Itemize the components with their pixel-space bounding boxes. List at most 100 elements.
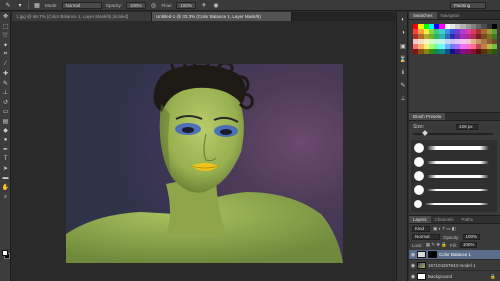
layer-filter-kind[interactable]: Kind xyxy=(412,226,430,232)
layer-thumbnail xyxy=(417,273,426,280)
brush-size-field[interactable]: 428 px xyxy=(456,124,479,130)
opacity-field[interactable]: 100% xyxy=(126,1,146,9)
brush-preset-picker-icon[interactable]: ▾ xyxy=(16,2,24,9)
tab-navigator[interactable]: Navigator xyxy=(437,12,464,19)
clone-stamp-tool-icon[interactable]: ⊥ xyxy=(0,88,11,98)
adjustments-panel-icon[interactable]: ◑ xyxy=(398,28,408,38)
brush-preset-list[interactable] xyxy=(411,140,497,212)
lock-row: Lock: ▦ ✎ ✥ 🔒 Fill: 100% xyxy=(412,242,497,248)
gradient-tool-icon[interactable]: ▤ xyxy=(0,117,11,127)
pressure-size-icon[interactable]: ◉ xyxy=(212,2,220,9)
brush-preset[interactable] xyxy=(411,156,497,168)
tab-paths[interactable]: Paths xyxy=(458,216,478,223)
info-panel-icon[interactable]: ℹ xyxy=(398,67,408,77)
lock-icon: 🔒 xyxy=(490,273,496,279)
brush-panel-tabs: Brush Presets xyxy=(409,113,500,121)
fill-field[interactable]: 100% xyxy=(459,242,478,248)
eye-icon[interactable]: ◉ xyxy=(409,263,417,269)
flow-field[interactable]: 100% xyxy=(176,1,196,9)
color-swatch[interactable] xyxy=(491,49,497,54)
brush-panel-icon[interactable]: ✎ xyxy=(398,80,408,90)
tab-layers[interactable]: Layers xyxy=(409,216,431,223)
move-tool-icon[interactable]: ✥ xyxy=(0,12,11,22)
tools-panel: ✥ ⬚ ➰ ✦ ⌗ ⁄ ✚ ✎ ⊥ ↺ ▭ ▤ ◆ ● ✒ T ➤ ▬ ✋ ⌕ xyxy=(0,12,11,281)
filter-icons[interactable]: ▣ ◐ T ▭ ◧ xyxy=(433,226,456,232)
brush-size-label: Size: xyxy=(413,124,425,130)
history-panel-icon[interactable]: ⌛ xyxy=(398,54,408,64)
brush-tool-icon[interactable]: ✎ xyxy=(4,2,12,9)
path-selection-tool-icon[interactable]: ➤ xyxy=(0,164,11,174)
quick-select-tool-icon[interactable]: ✦ xyxy=(0,41,11,51)
layer-name: Background xyxy=(428,274,453,279)
type-tool-icon[interactable]: T xyxy=(0,155,11,165)
swatches-panel: Swatches Navigator xyxy=(409,12,500,111)
eraser-tool-icon[interactable]: ▭ xyxy=(0,107,11,117)
brush-stroke-preview xyxy=(427,174,489,178)
pen-tool-icon[interactable]: ✒ xyxy=(0,145,11,155)
layer-mask-thumbnail[interactable] xyxy=(428,251,437,258)
clone-source-panel-icon[interactable]: ⊥ xyxy=(398,93,408,103)
shape-tool-icon[interactable]: ▬ xyxy=(0,174,11,184)
history-brush-tool-icon[interactable]: ↺ xyxy=(0,98,11,108)
brush-preset[interactable] xyxy=(411,170,497,182)
brush-stroke-preview xyxy=(427,189,489,191)
layer-opacity-field[interactable]: 100% xyxy=(462,234,481,240)
tab-brush-presets[interactable]: Brush Presets xyxy=(409,113,446,120)
tab-channels[interactable]: Channels xyxy=(431,216,458,223)
brush-tip-preview xyxy=(414,185,424,195)
color-panel-icon[interactable]: ◐ xyxy=(398,15,408,25)
layer-row-background[interactable]: ◉ Background 🔒 xyxy=(409,272,500,281)
blend-mode-select[interactable]: Normal xyxy=(412,234,440,240)
fill-label: Fill: xyxy=(449,242,457,248)
workspace-select[interactable]: Painting xyxy=(450,2,486,9)
brush-preset[interactable] xyxy=(411,184,497,196)
blur-tool-icon[interactable]: ◆ xyxy=(0,126,11,136)
lock-icons[interactable]: ▦ ✎ ✥ 🔒 xyxy=(426,242,447,248)
brush-size-row: Size: 428 px xyxy=(413,124,497,130)
brush-stroke-preview xyxy=(427,160,489,164)
layer-name: Color Balance 1 xyxy=(439,252,472,257)
lock-label: Lock: xyxy=(412,242,423,248)
healing-brush-tool-icon[interactable]: ✚ xyxy=(0,69,11,79)
flow-label: Flow: xyxy=(161,2,173,8)
hand-tool-icon[interactable]: ✋ xyxy=(0,183,11,193)
eyedropper-tool-icon[interactable]: ⁄ xyxy=(0,60,11,70)
brush-size-slider-thumb[interactable] xyxy=(422,130,428,136)
crop-tool-icon[interactable]: ⌗ xyxy=(0,50,11,60)
swatch-row xyxy=(413,49,497,54)
pressure-opacity-icon[interactable]: ◎ xyxy=(150,2,158,9)
panel-dock-strip: ◐ ◑ ▣ ⌛ ℹ ✎ ⊥ xyxy=(396,12,408,281)
swatch-grid xyxy=(413,24,497,54)
brush-tip-preview xyxy=(414,157,424,167)
canvas-area[interactable] xyxy=(12,22,395,281)
lasso-tool-icon[interactable]: ➰ xyxy=(0,31,11,41)
brush-preset[interactable] xyxy=(411,198,497,210)
brush-preset[interactable] xyxy=(411,142,497,154)
brush-size-slider[interactable] xyxy=(413,130,493,136)
marquee-tool-icon[interactable]: ⬚ xyxy=(0,22,11,32)
layer-row-color-balance[interactable]: ◉ Color Balance 1 xyxy=(409,250,500,260)
brush-stroke-preview xyxy=(425,203,489,205)
zoom-tool-icon[interactable]: ⌕ xyxy=(0,193,11,203)
document-canvas[interactable] xyxy=(66,64,343,263)
brush-panel-toggle-icon[interactable]: ▦ xyxy=(33,2,41,9)
brush-tip-preview xyxy=(414,171,424,181)
tab-swatches[interactable]: Swatches xyxy=(409,12,437,19)
foreground-color-swatch[interactable] xyxy=(2,250,8,256)
brush-tip-preview xyxy=(414,200,422,208)
layer-row-model[interactable]: ◉ 167104257643-model 1 xyxy=(409,261,500,271)
brush-presets-panel: Brush Presets Size: 428 px xyxy=(409,112,500,214)
blend-row: Normal Opacity: 100% xyxy=(412,234,497,240)
document-tab-active[interactable]: Untitled-1 @ 33.3% (Color Balance 1, Lay… xyxy=(152,12,292,21)
mode-label: Mode: xyxy=(45,2,58,8)
airbrush-icon[interactable]: ✈ xyxy=(200,2,208,9)
eye-icon[interactable]: ◉ xyxy=(409,252,417,258)
mode-select[interactable]: Normal xyxy=(61,1,102,9)
styles-panel-icon[interactable]: ▣ xyxy=(398,41,408,51)
brush-tool-icon[interactable]: ✎ xyxy=(0,79,11,89)
document-tab[interactable]: 1.jpg @ 66.7% (Color Balance 1, Layer Ma… xyxy=(12,12,152,21)
layer-opacity-label: Opacity: xyxy=(443,234,460,240)
dodge-tool-icon[interactable]: ● xyxy=(0,136,11,146)
options-bar: ✎ ▾ ▦ Mode: Normal Opacity: 100% ◎ Flow:… xyxy=(0,0,500,11)
eye-icon[interactable]: ◉ xyxy=(409,274,417,280)
